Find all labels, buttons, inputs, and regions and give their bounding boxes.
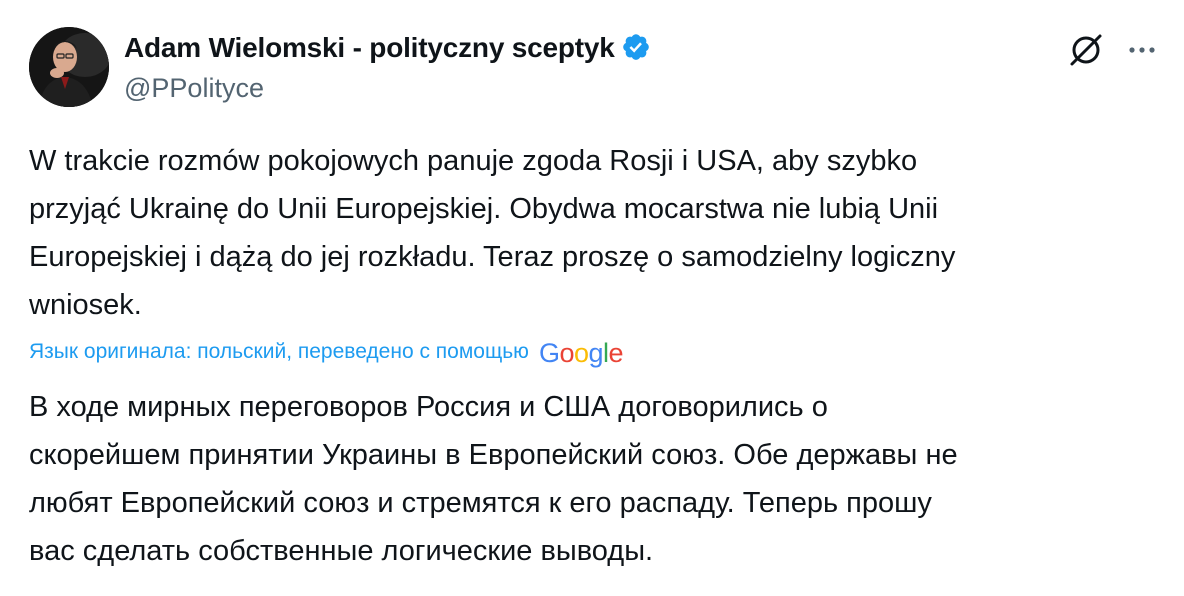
- google-logo-letter: o: [559, 338, 574, 368]
- more-icon[interactable]: [1126, 34, 1158, 66]
- tweet-original-text: W trakcie rozmów pokojowych panuje zgoda…: [29, 145, 956, 321]
- tweet-card[interactable]: Adam Wielomski - polityczny sceptyk @PPo…: [0, 0, 1184, 596]
- verified-badge-icon: [622, 34, 649, 60]
- google-logo-letter: e: [608, 338, 624, 368]
- google-logo-letter: g: [588, 338, 604, 368]
- google-logo: Google: [538, 338, 624, 368]
- avatar[interactable]: [29, 27, 109, 107]
- grok-icon[interactable]: [1066, 30, 1106, 70]
- avatar-image: [29, 27, 109, 107]
- author-name[interactable]: Adam Wielomski - polityczny sceptyk: [124, 30, 651, 66]
- google-logo-letter: o: [573, 338, 589, 368]
- author-handle[interactable]: @PPolityce: [124, 71, 264, 105]
- google-logo-letter: G: [538, 338, 560, 368]
- translation-note-text[interactable]: Язык оригинала: польский, переведено с п…: [29, 340, 529, 363]
- tweet-translated-text: В ходе мирных переговоров Россия и США д…: [29, 391, 958, 567]
- author-name-text[interactable]: Adam Wielomski - polityczny sceptyk: [124, 32, 615, 63]
- translation-note[interactable]: Язык оригинала: польский, переведено с п…: [29, 334, 624, 370]
